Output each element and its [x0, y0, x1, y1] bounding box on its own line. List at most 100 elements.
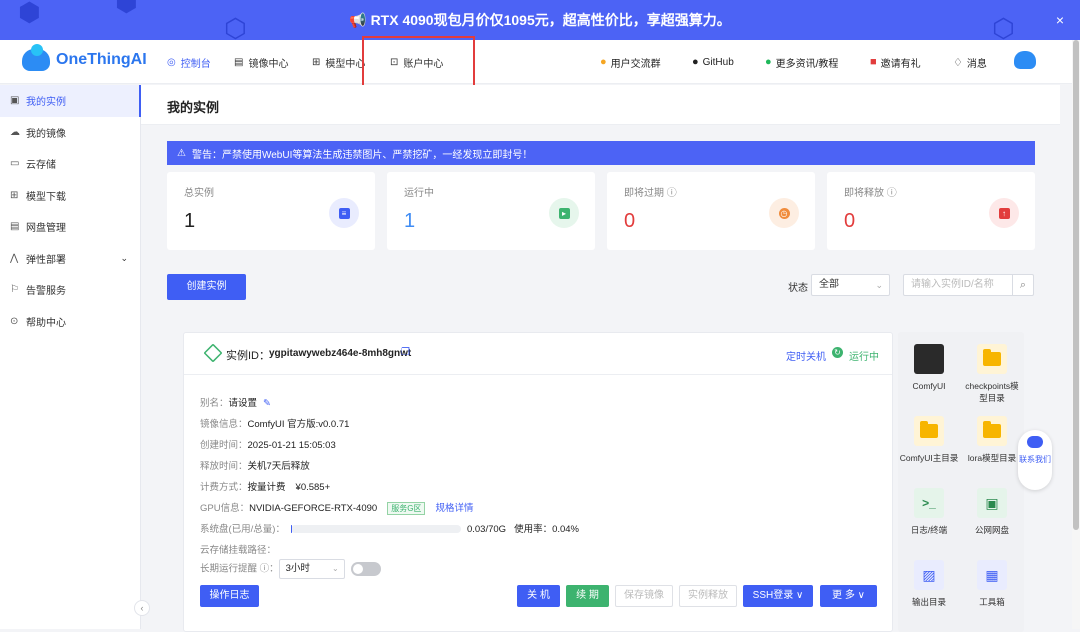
- image-icon: ▤: [234, 56, 244, 68]
- app-comfyui[interactable]: ComfyUI: [899, 344, 959, 392]
- app-terminal[interactable]: >_ 日志/终端: [899, 488, 959, 536]
- stat-total: 总实例 1 ≡: [167, 172, 375, 250]
- disk-usage-bar: [290, 525, 461, 534]
- release-instance-button[interactable]: 实例释放: [679, 585, 737, 607]
- warning-icon: ⚠: [177, 147, 186, 159]
- banner-text: 📢 RTX 4090现包月价仅1095元，超高性价比，享超强算力。: [349, 12, 731, 28]
- folder-icon: ▭: [10, 158, 20, 170]
- scheduled-shutdown-link[interactable]: 定时关机: [786, 348, 826, 363]
- avatar[interactable]: [1014, 51, 1036, 69]
- stat-expiring: 即将过期 ⓘ 0 ◷: [607, 172, 815, 250]
- search-icon[interactable]: ⌕: [1012, 274, 1034, 296]
- model-icon: ⊞: [312, 56, 321, 68]
- stat-releasing: 即将释放 ⓘ 0 ↑: [827, 172, 1035, 250]
- cloud-logo-icon: [22, 44, 50, 71]
- sidebar-item-disk[interactable]: ▤ 网盘管理: [0, 211, 140, 243]
- app-checkpoints[interactable]: checkpoints模型目录: [962, 344, 1022, 404]
- app-toolbox[interactable]: ▦ 工具箱: [962, 560, 1022, 608]
- folder-icon: [914, 416, 944, 446]
- image-icon: ☁: [10, 126, 20, 138]
- instance-id: ygpitawywebz464e-8mh8gnwt: [269, 348, 412, 359]
- gift-icon: ■: [870, 56, 877, 68]
- reminder-select[interactable]: 3小时 ⌄: [278, 559, 345, 579]
- reminder-toggle[interactable]: [350, 562, 381, 576]
- disk-icon: ▣: [977, 488, 1007, 518]
- github-icon: ●: [692, 56, 699, 68]
- comfyui-icon: [914, 344, 944, 374]
- release-icon: ↑: [989, 198, 1019, 228]
- instance-card-header: 实例ID： ygpitawywebz464e-8mh8gnwt ❐ 定时关机 ↻…: [184, 333, 892, 375]
- community-link[interactable]: ● 用户交流群: [600, 40, 661, 84]
- folder-icon: [977, 344, 1007, 374]
- spec-details-link[interactable]: 规格详情: [435, 503, 473, 514]
- terminal-icon: >_: [914, 488, 944, 518]
- messages-link[interactable]: ♢ 消息: [953, 40, 987, 84]
- promo-banner[interactable]: ⬢ ⬢ ⬡ ⬡ 📢 RTX 4090现包月价仅1095元，超高性价比，享超强算力…: [0, 0, 1080, 40]
- close-icon[interactable]: ×: [1056, 0, 1064, 40]
- search-input[interactable]: 请输入实例ID/名称: [903, 274, 1013, 296]
- bell-icon: ♢: [953, 56, 963, 69]
- sidebar-item-help[interactable]: ⊙ 帮助中心: [0, 306, 140, 338]
- instance-icon: ▣: [10, 95, 20, 107]
- disk-row: 系统盘(已用/总量)： 0.03/70G 使用率：0.04%: [200, 524, 579, 535]
- invite-link[interactable]: ■ 邀请有礼: [870, 40, 921, 84]
- chat-icon: [1027, 436, 1043, 448]
- sidebar-item-instances[interactable]: ▣ 我的实例: [0, 85, 141, 117]
- scrollbar[interactable]: [1072, 40, 1080, 629]
- edit-icon[interactable]: ✎: [263, 398, 271, 409]
- running-status-icon: ↻: [832, 347, 843, 358]
- folder-icon: [977, 416, 1007, 446]
- sidebar-item-deploy[interactable]: ⋀ 弹性部署 ⌄: [0, 243, 140, 275]
- list-icon: ≡: [329, 198, 359, 228]
- state-select[interactable]: 全部 ⌄: [811, 274, 890, 296]
- app-public-disk[interactable]: ▣ 公网网盘: [962, 488, 1022, 536]
- sidebar-item-model-download[interactable]: ⊞ 模型下载: [0, 180, 140, 212]
- play-icon: ▸: [549, 198, 579, 228]
- more-news-link[interactable]: ● 更多资讯/教程: [765, 40, 838, 84]
- highlight-box: [362, 36, 475, 88]
- status-badge: 运行中: [849, 352, 879, 363]
- nav-images[interactable]: ▤ 镜像中心: [234, 40, 288, 84]
- ssh-login-button[interactable]: SSH登录 ∨: [743, 585, 813, 607]
- dashboard-icon: ◎: [167, 56, 176, 68]
- app-output[interactable]: ▨ 输出目录: [899, 560, 959, 608]
- megaphone-icon: 📢: [349, 12, 371, 28]
- release-row: 释放时间：关机7天后释放: [200, 461, 310, 472]
- page-header: 我的实例: [141, 85, 1060, 125]
- instance-card: 实例ID： ygpitawywebz464e-8mh8gnwt ❐ 定时关机 ↻…: [183, 332, 893, 632]
- page-title: 我的实例: [167, 100, 220, 115]
- created-row: 创建时间：2025-01-21 15:05:03: [200, 440, 336, 451]
- chevron-down-icon: ⌄: [120, 252, 128, 263]
- more-button[interactable]: 更 多 ∨: [820, 585, 877, 607]
- alias-row: 别名：请设置 ✎: [200, 398, 271, 409]
- alarm-icon: ⚐: [10, 284, 19, 296]
- renew-button[interactable]: 续 期: [566, 585, 609, 607]
- reminder-row: 长期运行提醒 ⓘ： 3小时 ⌄: [200, 559, 381, 579]
- image-icon: ▨: [914, 560, 944, 590]
- github-link[interactable]: ● GitHub: [692, 40, 734, 84]
- app-lora[interactable]: lora模型目录: [962, 416, 1022, 464]
- gpu-row: GPU信息：NVIDIA-GEFORCE-RTX-4090 服务G区 规格详情: [200, 502, 474, 515]
- operation-log-button[interactable]: 操作日志: [200, 585, 259, 607]
- app-comfyui-dir[interactable]: ComfyUI主目录: [899, 416, 959, 464]
- sidebar-item-images[interactable]: ☁ 我的镜像: [0, 117, 140, 149]
- chevron-down-icon: ⌄: [875, 280, 883, 290]
- shutdown-button[interactable]: 关 机: [517, 585, 560, 607]
- sidebar-item-storage[interactable]: ▭ 云存储: [0, 148, 140, 180]
- nav-models[interactable]: ⊞ 模型中心: [312, 40, 365, 84]
- help-icon: ⊙: [10, 315, 19, 327]
- top-navbar: OneThingAI ◎ 控制台 ▤ 镜像中心 ⊞ 模型中心 ⊡ 账户中心 ● 用户交流群…: [0, 40, 1080, 84]
- mount-row: 云存储挂载路径：: [200, 545, 277, 556]
- brand-name: OneThingAI: [56, 51, 147, 68]
- save-image-button[interactable]: 保存镜像: [615, 585, 673, 607]
- clock-icon: ◷: [769, 198, 799, 228]
- cube-icon: [203, 343, 223, 363]
- sidebar-item-alarm[interactable]: ⚐ 告警服务: [0, 274, 140, 306]
- contact-us-button[interactable]: 联系我们: [1018, 430, 1052, 490]
- grid-icon: ▦: [977, 560, 1007, 590]
- copy-icon[interactable]: ❐: [401, 347, 410, 358]
- logo[interactable]: OneThingAI: [22, 44, 147, 71]
- sidebar-collapse-button[interactable]: ‹: [134, 600, 150, 616]
- create-instance-button[interactable]: 创建实例: [167, 274, 246, 300]
- nav-console[interactable]: ◎ 控制台: [167, 40, 211, 84]
